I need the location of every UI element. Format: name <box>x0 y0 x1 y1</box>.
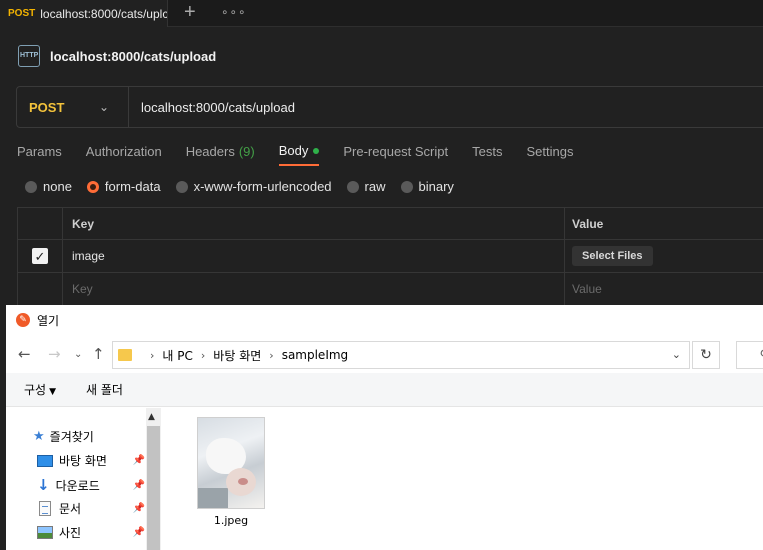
search-input[interactable]: ⚲ <box>736 341 763 369</box>
nav-item-favorites[interactable]: ★ 즐겨찾기 <box>33 428 143 445</box>
breadcrumb-item[interactable]: sampleImg <box>282 348 348 362</box>
tab-params[interactable]: Params <box>17 143 62 166</box>
dialog-navigation: ← → ⌄ ↑ › 내 PC › 바탕 화면 › sampleImg ⌄ ↻ ⚲ <box>6 340 763 370</box>
star-icon: ★ <box>33 429 45 444</box>
more-tabs-icon[interactable]: ∘∘∘ <box>221 5 247 19</box>
breadcrumb-item[interactable]: 바탕 화면 <box>213 347 261 364</box>
column-header-key: Key <box>62 208 564 239</box>
pin-icon: 📌 <box>132 503 145 514</box>
download-icon: ↓ <box>37 476 50 494</box>
row-key-input[interactable]: image <box>62 240 564 272</box>
http-icon: HTTP <box>18 45 40 67</box>
file-name: 1.jpeg <box>213 514 249 527</box>
radio-button[interactable] <box>346 180 359 193</box>
tab-settings[interactable]: Settings <box>526 143 573 166</box>
search-icon: ⚲ <box>759 348 763 363</box>
pictures-icon <box>37 526 53 539</box>
table-row: ✓ image Select Files <box>17 240 763 273</box>
url-bar: POST ⌄ localhost:8000/cats/upload <box>16 86 763 128</box>
headers-count: (9) <box>238 144 255 159</box>
method-select[interactable]: POST ⌄ <box>17 87 129 127</box>
document-icon <box>39 501 51 516</box>
request-tab[interactable]: POST localhost:8000/cats/uplc <box>0 0 168 27</box>
new-folder-button[interactable]: 새 폴더 <box>86 381 123 398</box>
url-input[interactable]: localhost:8000/cats/upload <box>129 100 295 115</box>
app-pen-icon: ✎ <box>16 313 30 327</box>
row-enabled-checkbox[interactable]: ✓ <box>32 248 48 264</box>
nav-item-pictures[interactable]: 사진 📌 <box>33 524 145 541</box>
breadcrumb-separator-icon: › <box>150 348 155 362</box>
pin-icon: 📌 <box>132 527 145 538</box>
body-type-form-data[interactable]: form-data <box>86 179 161 194</box>
check-icon: ✓ <box>34 248 46 264</box>
scrollbar-thumb[interactable] <box>147 426 160 550</box>
refresh-icon[interactable]: ↻ <box>692 341 720 369</box>
dialog-toolbar: 구성 ▼ 새 폴더 <box>6 373 763 407</box>
pin-icon: 📌 <box>132 455 145 466</box>
select-files-button[interactable]: Select Files <box>572 246 653 266</box>
body-type-raw[interactable]: raw <box>346 179 386 194</box>
file-item[interactable]: 1.jpeg <box>196 417 266 527</box>
body-active-dot <box>313 147 320 154</box>
key-placeholder-input[interactable]: Key <box>62 273 564 305</box>
tab-bar: POST localhost:8000/cats/uplc + ∘∘∘ <box>0 0 763 27</box>
tab-headers[interactable]: Headers (9) <box>186 143 255 166</box>
radio-button[interactable] <box>400 180 413 193</box>
breadcrumb-separator-icon: › <box>200 348 206 362</box>
back-arrow-icon[interactable]: ← <box>18 345 31 363</box>
chevron-down-icon: ⌄ <box>99 100 110 114</box>
dialog-title: 열기 <box>37 313 60 328</box>
value-placeholder-input[interactable]: Value <box>564 273 763 305</box>
column-header-value: Value <box>564 208 763 239</box>
folder-icon <box>118 349 132 361</box>
tab-pre-request-script[interactable]: Pre-request Script <box>343 143 448 166</box>
tab-authorization[interactable]: Authorization <box>86 143 162 166</box>
pin-icon: 📌 <box>132 479 145 491</box>
up-arrow-icon[interactable]: ↑ <box>92 345 105 363</box>
radio-button[interactable] <box>175 180 188 193</box>
address-dropdown-icon[interactable]: ⌄ <box>672 348 681 361</box>
navigation-pane: ★ 즐겨찾기 바탕 화면 📌 ↓ 다운로드 📌 문서 📌 사진 📌 <box>6 408 161 550</box>
body-type-none[interactable]: none <box>25 179 72 194</box>
breadcrumb-item[interactable]: 내 PC <box>162 347 192 364</box>
desktop-icon <box>37 454 53 467</box>
nav-scrollbar[interactable]: ▲ <box>146 408 161 550</box>
forward-arrow-icon[interactable]: → <box>48 345 61 363</box>
body-type-urlencoded[interactable]: x-www-form-urlencoded <box>175 179 332 194</box>
recent-locations-chevron-icon[interactable]: ⌄ <box>74 349 82 360</box>
radio-button-selected[interactable] <box>86 180 99 193</box>
form-data-table: Key Value ✓ image Select Files Key Value <box>17 207 763 306</box>
nav-item-desktop[interactable]: 바탕 화면 📌 <box>33 452 145 469</box>
table-header: Key Value <box>17 207 763 240</box>
nav-item-documents[interactable]: 문서 📌 <box>33 500 145 517</box>
open-file-dialog: ✎ 열기 ← → ⌄ ↑ › 내 PC › 바탕 화면 › sampleImg … <box>6 305 763 550</box>
radio-button[interactable] <box>25 180 37 193</box>
request-tabs: Params Authorization Headers (9) Body Pre… <box>17 143 597 166</box>
caret-down-icon: ▼ <box>49 387 57 397</box>
new-tab-icon[interactable]: + <box>184 2 196 22</box>
breadcrumb-separator-icon: › <box>269 348 274 362</box>
request-header: HTTP localhost:8000/cats/upload <box>18 44 216 68</box>
table-row-empty: Key Value <box>17 273 763 306</box>
body-type-options: none form-data x-www-form-urlencoded raw… <box>25 179 469 194</box>
method-label: POST <box>29 99 65 115</box>
tab-method: POST <box>8 8 36 19</box>
tab-tests[interactable]: Tests <box>472 143 502 166</box>
organize-button[interactable]: 구성 ▼ <box>24 381 56 398</box>
request-title[interactable]: localhost:8000/cats/upload <box>50 49 216 64</box>
scroll-up-icon[interactable]: ▲ <box>148 412 155 422</box>
nav-item-downloads[interactable]: ↓ 다운로드 📌 <box>33 476 145 494</box>
body-type-binary[interactable]: binary <box>400 179 454 194</box>
dialog-titlebar: ✎ 열기 <box>6 305 763 335</box>
tab-url: localhost:8000/cats/uplc <box>40 6 168 21</box>
tab-body[interactable]: Body <box>278 143 320 166</box>
address-bar[interactable]: › 내 PC › 바탕 화면 › sampleImg ⌄ <box>112 341 690 369</box>
image-thumbnail <box>197 417 265 509</box>
